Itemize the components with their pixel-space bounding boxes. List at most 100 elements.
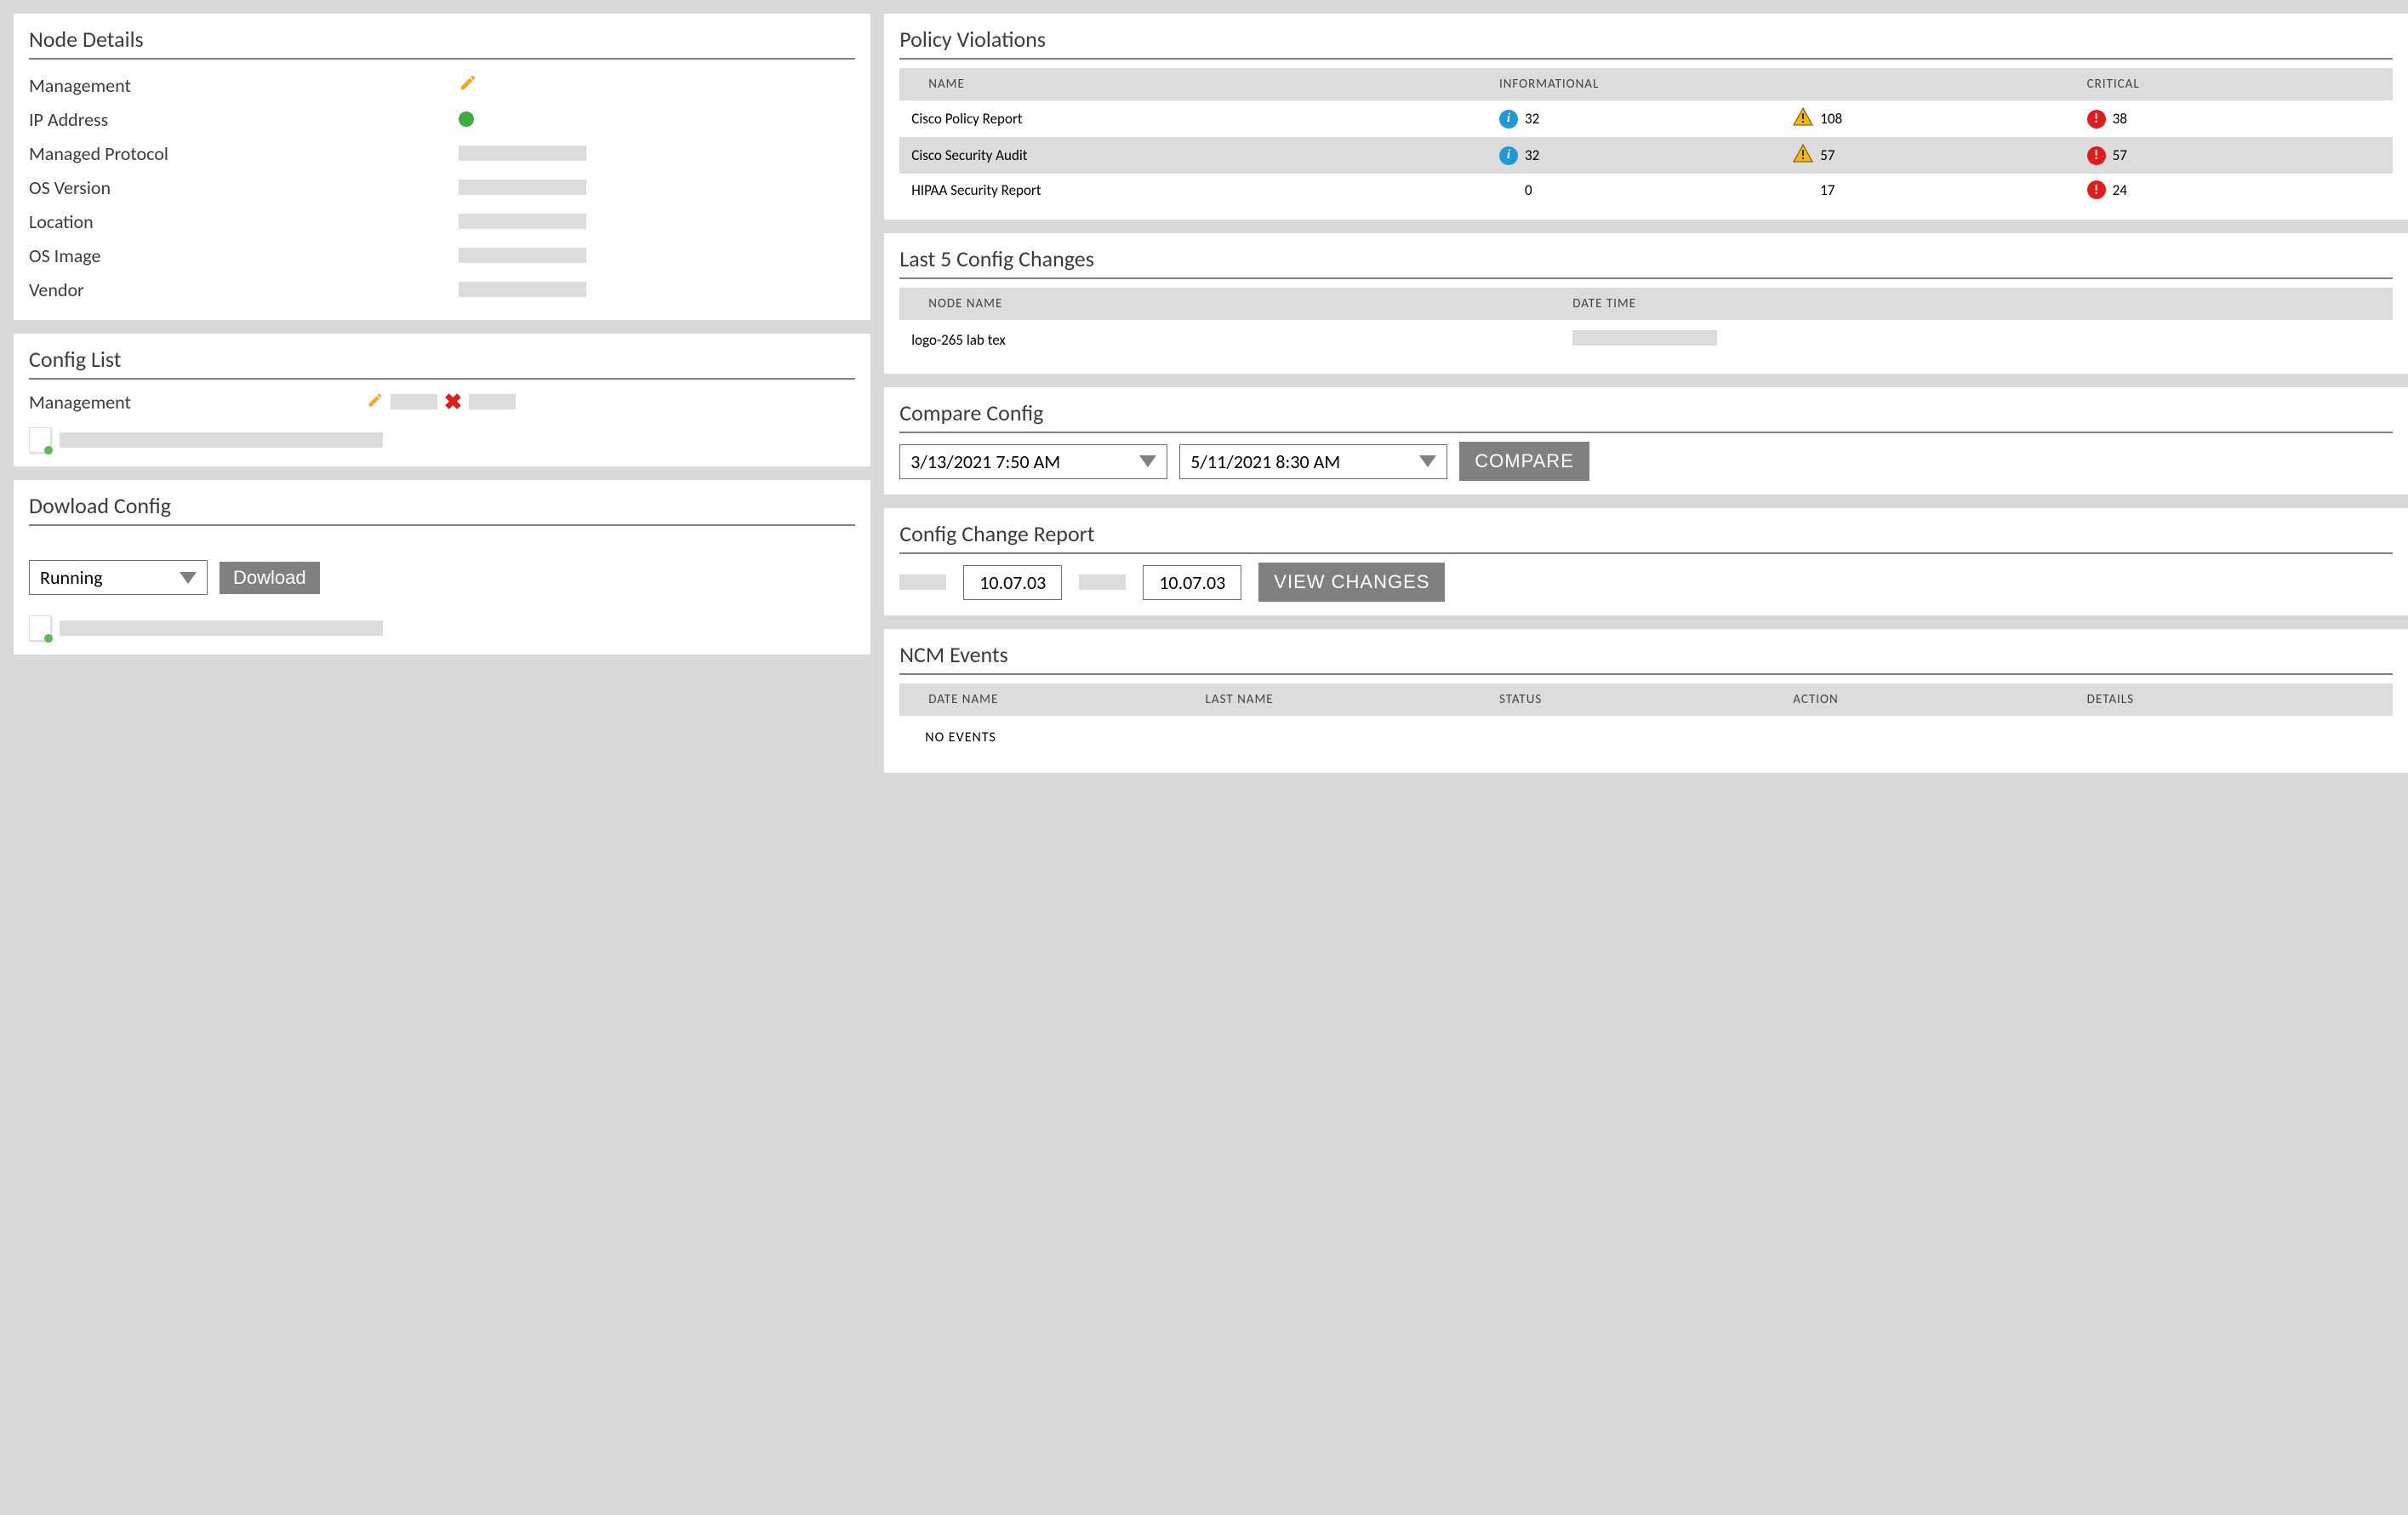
- change-report-v1-input[interactable]: 10.07.03: [963, 565, 1062, 600]
- pv-warn: 108: [1820, 110, 1842, 128]
- info-icon: i: [1499, 146, 1518, 165]
- compare-config-title: Compare Config: [899, 399, 2393, 433]
- delete-icon[interactable]: ✖: [444, 388, 463, 415]
- last5-panel: Last 5 Config Changes NODE NAME DATE TIM…: [884, 233, 2408, 374]
- placeholder-value: [899, 575, 946, 590]
- change-report-v2-input[interactable]: 10.07.03: [1143, 565, 1241, 600]
- node-detail-label: Location: [29, 210, 459, 233]
- info-icon: i: [1499, 110, 1518, 129]
- placeholder-value: [459, 214, 586, 229]
- status-dot-icon: [459, 111, 474, 127]
- node-detail-label: Vendor: [29, 278, 459, 301]
- download-button[interactable]: Dowload: [220, 562, 320, 594]
- compare-button[interactable]: COMPARE: [1459, 442, 1589, 481]
- ncm-empty: NO EVENTS: [899, 716, 2393, 759]
- pencil-icon[interactable]: [459, 73, 477, 97]
- node-detail-row: OS Image: [29, 238, 855, 272]
- policy-table-header: NAME INFORMATIONAL CRITICAL: [899, 68, 2393, 100]
- col-info: INFORMATIONAL: [1499, 77, 1793, 92]
- last5-row[interactable]: logo-265 lab tex: [899, 320, 2393, 360]
- chevron-down-icon: [180, 572, 197, 584]
- critical-icon: !: [2087, 110, 2106, 129]
- placeholder-value: [459, 146, 586, 161]
- config-list-panel: Config List Management ✖: [14, 334, 870, 466]
- pv-info: 32: [1525, 146, 1539, 164]
- compare-to-value: 5/11/2021 8:30 AM: [1190, 450, 1340, 473]
- critical-icon: !: [2087, 180, 2106, 199]
- l5-node: logo-265 lab tex: [911, 331, 1572, 349]
- compare-config-panel: Compare Config 3/13/2021 7:50 AM 5/11/20…: [884, 387, 2408, 495]
- placeholder-value: [391, 394, 437, 409]
- node-detail-label: OS Version: [29, 176, 459, 199]
- placeholder-value: [1079, 575, 1126, 590]
- file-icon[interactable]: [29, 427, 51, 453]
- node-detail-row: Vendor: [29, 272, 855, 306]
- download-config-title: Dowload Config: [29, 492, 855, 526]
- node-detail-label: IP Address: [29, 108, 459, 131]
- ncm-events-panel: NCM Events DATE NAME LAST NAME STATUS AC…: [884, 629, 2408, 773]
- pv-name: HIPAA Security Report: [911, 181, 1499, 199]
- placeholder-value: [60, 432, 383, 448]
- last5-title: Last 5 Config Changes: [899, 245, 2393, 279]
- node-detail-label: Managed Protocol: [29, 142, 459, 165]
- policy-violations-title: Policy Violations: [899, 26, 2393, 60]
- placeholder-value: [469, 394, 516, 409]
- policy-table-row[interactable]: HIPAA Security Report 0 17 ! 24: [899, 174, 2393, 206]
- chevron-down-icon: [1139, 455, 1156, 467]
- config-list-row: Management ✖: [29, 388, 855, 415]
- pv-warn: 57: [1820, 146, 1835, 164]
- config-list-subrow: [29, 427, 855, 453]
- compare-to-select[interactable]: 5/11/2021 8:30 AM: [1179, 444, 1447, 479]
- policy-table-row[interactable]: Cisco Security Audit i 32 57 ! 57: [899, 137, 2393, 174]
- view-changes-button[interactable]: VIEW CHANGES: [1258, 563, 1445, 602]
- policy-violations-panel: Policy Violations NAME INFORMATIONAL CRI…: [884, 14, 2408, 220]
- pv-crit: 57: [2113, 146, 2127, 164]
- placeholder-value: [459, 282, 586, 297]
- col-last-name: LAST NAME: [1206, 692, 1499, 707]
- last5-header: NODE NAME DATE TIME: [899, 288, 2393, 320]
- node-details-title: Node Details: [29, 26, 855, 60]
- compare-from-select[interactable]: 3/13/2021 7:50 AM: [899, 444, 1167, 479]
- col-crit: CRITICAL: [2087, 77, 2381, 92]
- download-config-panel: Dowload Config Running Dowload: [14, 480, 870, 655]
- pv-info: 32: [1525, 110, 1539, 128]
- col-name: NAME: [911, 77, 1499, 92]
- pencil-icon[interactable]: [367, 391, 384, 414]
- placeholder-value: [459, 180, 586, 195]
- col-warn: [1793, 77, 2086, 92]
- node-detail-label: Management: [29, 74, 459, 97]
- placeholder-value: [1572, 330, 1717, 346]
- node-detail-label: OS Image: [29, 244, 459, 267]
- placeholder-value: [60, 620, 383, 636]
- col-status: STATUS: [1499, 692, 1793, 707]
- node-detail-row: Management: [29, 68, 855, 102]
- pv-name: Cisco Policy Report: [911, 110, 1499, 128]
- download-type-select[interactable]: Running: [29, 560, 208, 595]
- change-report-title: Config Change Report: [899, 520, 2393, 554]
- col-node-name: NODE NAME: [911, 296, 1572, 312]
- ncm-header: DATE NAME LAST NAME STATUS ACTION DETAIL…: [899, 683, 2393, 716]
- pv-info: 0: [1525, 181, 1532, 199]
- col-date-name: DATE NAME: [911, 692, 1205, 707]
- config-list-management-label: Management: [29, 391, 360, 414]
- download-subrow: [29, 615, 855, 641]
- col-action: ACTION: [1793, 692, 2086, 707]
- config-list-title: Config List: [29, 346, 855, 380]
- node-details-panel: Node Details Management IP Address Manag…: [14, 14, 870, 320]
- pv-name: Cisco Security Audit: [911, 146, 1499, 164]
- pv-crit: 24: [2113, 181, 2127, 199]
- pv-warn: 17: [1820, 181, 1835, 199]
- pv-crit: 38: [2113, 110, 2127, 128]
- critical-icon: !: [2087, 146, 2106, 165]
- warning-icon: [1793, 144, 1813, 167]
- file-icon[interactable]: [29, 615, 51, 641]
- placeholder-value: [459, 248, 586, 263]
- ncm-events-title: NCM Events: [899, 641, 2393, 675]
- warning-icon: [1793, 107, 1813, 130]
- policy-table-row[interactable]: Cisco Policy Report i 32 108 ! 38: [899, 100, 2393, 137]
- download-type-value: Running: [40, 566, 103, 589]
- col-details: DETAILS: [2087, 692, 2381, 707]
- chevron-down-icon: [1419, 455, 1436, 467]
- compare-from-value: 3/13/2021 7:50 AM: [910, 450, 1060, 473]
- node-detail-row: Location: [29, 204, 855, 238]
